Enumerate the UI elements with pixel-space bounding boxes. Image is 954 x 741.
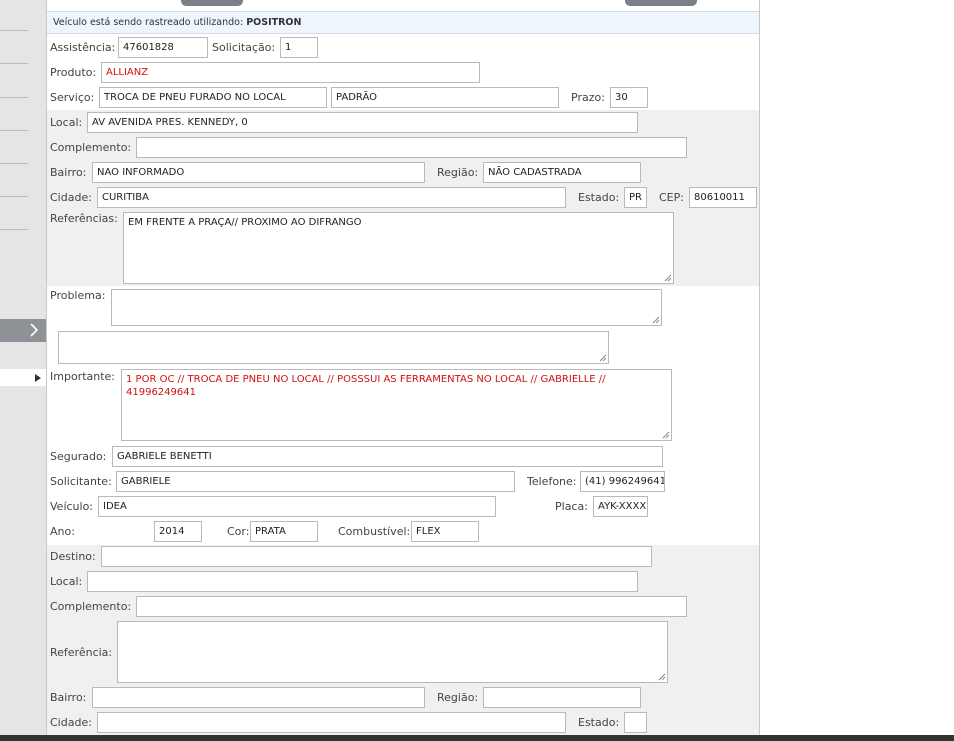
placa-label: Placa: [555, 500, 588, 513]
complemento-label: Complemento: [50, 141, 132, 154]
referencias-label: Referências: [50, 212, 118, 225]
sidebar-divider [0, 196, 28, 197]
referencias-textarea[interactable]: EM FRENTE A PRAÇA// PROXIMO AO DIFRANGO [123, 212, 674, 284]
prazo-label: Prazo: [571, 91, 605, 104]
assistencia-field[interactable]: 47601828 [118, 37, 208, 58]
service-form: Veículo está sendo rastreado utilizando:… [47, 0, 759, 735]
importante-text: 1 POR OC // TROCA DE PNEU NO LOCAL // PO… [126, 374, 606, 398]
bairro-label: Bairro: [50, 166, 87, 179]
estado-field[interactable]: PR [624, 187, 647, 208]
sidebar-divider [0, 163, 28, 164]
ano-label: Ano: [50, 525, 75, 538]
servico-tipo-field[interactable]: PADRÃO [331, 87, 559, 108]
solicitacao-field[interactable]: 1 [280, 37, 318, 58]
solicitante-label: Solicitante: [50, 475, 112, 488]
destino-referencia-label: Referência: [50, 646, 113, 659]
importante-textarea[interactable]: 1 POR OC // TROCA DE PNEU NO LOCAL // PO… [121, 369, 672, 441]
problema-label: Problema: [50, 289, 106, 302]
caret-right-icon [35, 374, 41, 382]
local-label: Local: [50, 116, 83, 129]
veiculo-label: Veículo: [50, 500, 94, 513]
tracking-text: Veículo está sendo rastreado utilizando: [53, 17, 244, 28]
destino-field[interactable] [101, 546, 652, 567]
referencias-text: EM FRENTE A PRAÇA// PROXIMO AO DIFRANGO [128, 217, 362, 228]
produto-label: Produto: [50, 66, 97, 79]
combustivel-field[interactable]: FLEX [411, 521, 479, 542]
destino-referencia-textarea[interactable] [117, 621, 668, 683]
destino-estado-label: Estado: [578, 716, 620, 729]
destino-estado-field[interactable] [624, 712, 647, 733]
resize-grip-icon[interactable] [652, 316, 660, 324]
regiao-field[interactable]: NÃO CADASTRADA [483, 162, 641, 183]
importante-label: Importante: [50, 370, 116, 383]
regiao-label: Região: [437, 166, 479, 179]
cep-field[interactable]: 80610011 [689, 187, 757, 208]
resize-grip-icon[interactable] [599, 354, 607, 362]
ano-field[interactable]: 2014 [154, 521, 202, 542]
destino-local-label: Local: [50, 575, 83, 588]
resize-grip-icon[interactable] [658, 673, 666, 681]
local-field[interactable]: AV AVENIDA PRES. KENNEDY, 0 [87, 112, 638, 133]
sidebar-expand-button[interactable] [0, 319, 46, 342]
veiculo-field[interactable]: IDEA [98, 496, 496, 517]
prazo-field[interactable]: 30 [610, 87, 648, 108]
sidebar-divider [0, 229, 28, 230]
solicitacao-label: Solicitação: [212, 41, 276, 54]
problema-textarea[interactable] [111, 289, 662, 326]
segurado-label: Segurado: [50, 450, 107, 463]
destino-cidade-field[interactable] [97, 712, 566, 733]
extra-textarea[interactable] [58, 331, 609, 364]
combustivel-label: Combustível: [338, 525, 411, 538]
top-tab-button[interactable] [625, 0, 697, 6]
bairro-field[interactable]: NAO INFORMADO [92, 162, 425, 183]
destino-complemento-field[interactable] [136, 596, 687, 617]
cep-label: CEP: [659, 191, 684, 204]
destino-complemento-label: Complemento: [50, 600, 132, 613]
sidebar-divider [0, 130, 28, 131]
servico-field[interactable]: TROCA DE PNEU FURADO NO LOCAL [99, 87, 327, 108]
destino-regiao-field[interactable] [483, 687, 641, 708]
cidade-field[interactable]: CURITIBA [97, 187, 566, 208]
resize-grip-icon[interactable] [664, 274, 672, 282]
tracking-provider: POSITRON [246, 17, 302, 28]
sidebar [0, 0, 47, 741]
cor-label: Cor: [227, 525, 250, 538]
taskbar-edge [0, 735, 954, 741]
sidebar-selected-item[interactable] [0, 369, 46, 386]
sidebar-divider [0, 97, 28, 98]
cor-field[interactable]: PRATA [250, 521, 318, 542]
destino-bairro-field[interactable] [92, 687, 425, 708]
destino-regiao-label: Região: [437, 691, 479, 704]
complemento-field[interactable] [136, 137, 687, 158]
sidebar-divider [0, 30, 28, 31]
telefone-field[interactable]: (41) 996249641 [580, 471, 665, 492]
produto-field[interactable]: ALLIANZ [101, 62, 480, 83]
destino-local-field[interactable] [87, 571, 638, 592]
segurado-field[interactable]: GABRIELE BENETTI [112, 446, 663, 467]
resize-grip-icon[interactable] [662, 431, 670, 439]
top-tab-button[interactable] [181, 0, 243, 6]
destino-cidade-label: Cidade: [50, 716, 92, 729]
solicitante-field[interactable]: GABRIELE [116, 471, 515, 492]
tracking-banner: Veículo está sendo rastreado utilizando:… [47, 11, 759, 34]
assistencia-label: Assistência: [50, 41, 116, 54]
telefone-label: Telefone: [527, 475, 577, 488]
panel-border [759, 0, 760, 741]
cidade-label: Cidade: [50, 191, 92, 204]
destino-label: Destino: [50, 550, 96, 563]
estado-label: Estado: [578, 191, 620, 204]
placa-field[interactable]: AYK-XXXX [593, 496, 648, 517]
sidebar-divider [0, 63, 28, 64]
chevron-right-icon [30, 323, 39, 337]
destino-bairro-label: Bairro: [50, 691, 87, 704]
servico-label: Serviço: [50, 91, 95, 104]
